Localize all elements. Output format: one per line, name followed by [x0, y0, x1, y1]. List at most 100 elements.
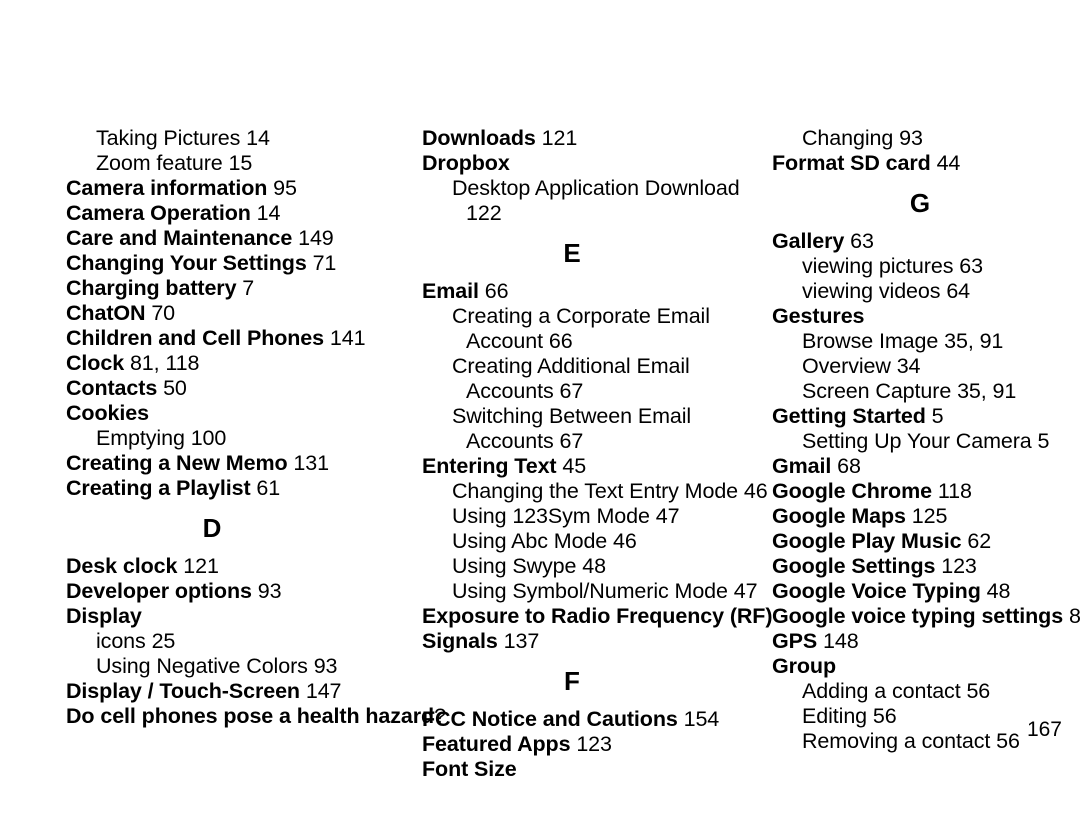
index-entry-label: 122	[466, 201, 502, 225]
index-entry-label: Google Play Music	[772, 529, 962, 553]
index-entry: Google Play Music 62	[772, 529, 1072, 554]
index-entry-pages: 5	[1037, 429, 1050, 453]
index-page: Taking Pictures 14 Zoom feature 15 Camera …	[0, 0, 1080, 834]
index-entry-pages: 62	[967, 529, 992, 553]
index-entry-pages: 56	[872, 704, 897, 728]
index-entry-label: Removing a contact	[802, 729, 991, 753]
index-entry-pages: 154	[683, 707, 720, 731]
index-entry-label: Setting Up Your Camera	[802, 429, 1032, 453]
index-entry-pages: 46	[613, 529, 637, 553]
index-entry: Google voice typing settings 85	[772, 604, 1080, 629]
index-entry-label: Google voice typing settings	[772, 604, 1064, 628]
index-entry-pages: 123	[576, 732, 612, 756]
index-subentry: viewing pictures 63	[802, 254, 1072, 279]
index-entry-pages: 64	[946, 279, 971, 303]
index-entry-label: Using Abc Mode	[452, 529, 608, 553]
index-entry-label: Creating a Corporate Email	[452, 304, 710, 328]
index-entry-label: Creating Additional Email	[452, 354, 690, 378]
index-entry: Gestures	[772, 304, 1072, 329]
index-entry-label: viewing videos	[802, 279, 941, 303]
index-entry: Google Voice Typing 48	[772, 579, 1072, 604]
index-entry-label: Browse Image	[802, 329, 939, 353]
index-entry: Format SD card 44	[772, 151, 1072, 176]
index-entry: Google Settings 123	[772, 554, 1072, 579]
index-entry-label: Downloads	[422, 126, 536, 150]
index-entry: Group	[772, 654, 1072, 679]
index-entry-label: Google Chrome	[772, 479, 932, 503]
index-subentry: Browse Image 35, 91	[802, 329, 1072, 354]
index-entry-pages: 35, 91	[957, 379, 1017, 403]
index-entry-pages: 66	[484, 279, 509, 303]
index-entry-pages: 56	[996, 729, 1020, 753]
index-entry-label: Desktop Application Download	[452, 176, 740, 200]
index-letter-heading: E	[563, 238, 581, 268]
index-entry-label: Gallery	[772, 229, 845, 253]
index-letter-heading: G	[909, 188, 931, 218]
index-entry-label: Account 66	[466, 329, 573, 353]
index-subentry: Adding a contact 56	[802, 679, 1072, 704]
index-column-2: Downloads 121 Dropbox Desktop Application …	[32, 126, 773, 782]
index-entry-label: Switching Between Email	[452, 404, 692, 428]
index-entry-label: Entering Text	[422, 454, 557, 478]
index-entry-pages: 5	[931, 404, 944, 428]
index-entry-label: Using Symbol/Numeric Mode	[452, 579, 728, 603]
index-entry-label: Screen Capture	[802, 379, 952, 403]
index-entry-pages: 148	[822, 629, 859, 653]
index-entry-label: Adding a contact	[802, 679, 961, 703]
index-entry-pages: 118	[937, 479, 972, 503]
index-entry-label: Changing the Text Entry Mode	[452, 479, 739, 503]
index-entry: Gallery 63	[772, 229, 1072, 254]
index-column-3: Changing 93 Format SD card 44 G Gallery 63 v…	[752, 126, 1080, 754]
index-entry-pages: 35, 91	[944, 329, 1004, 353]
index-entry-label: Font Size	[422, 757, 517, 781]
index-entry-label: Featured Apps	[422, 732, 571, 756]
index-entry: Gmail 68	[772, 454, 1072, 479]
index-entry-label: Google Settings	[772, 554, 936, 578]
index-entry-label: Using 123Sym Mode	[452, 504, 650, 528]
index-entry-pages: 93	[899, 126, 923, 150]
index-entry-label: Accounts 67	[466, 379, 584, 403]
index-entry-label: Using Swype	[452, 554, 577, 578]
index-entry-label: Exposure to Radio Frequency (RF)	[422, 604, 773, 628]
index-entry-label: viewing pictures	[802, 254, 954, 278]
index-entry-pages: 137	[503, 629, 540, 653]
index-subentry: Screen Capture 35, 91	[802, 379, 1072, 404]
index-subentry: Changing 93	[802, 126, 1072, 151]
index-entry: Getting Started 5	[772, 404, 1072, 429]
index-entry-pages: 68	[837, 454, 861, 478]
index-letter-heading: F	[564, 666, 580, 696]
index-entry-label: Gestures	[772, 304, 865, 328]
index-entry-pages: 121	[541, 126, 578, 150]
index-entry-pages: 63	[850, 229, 874, 253]
index-entry-label: Signals	[422, 629, 498, 653]
index-entry-pages: 45	[562, 454, 587, 478]
index-entry-label: Google Maps	[772, 504, 906, 528]
index-subentry: Setting Up Your Camera 5	[802, 429, 1072, 454]
page-number: 167	[1026, 718, 1062, 741]
index-entry-pages: 123	[941, 554, 977, 578]
index-entry-pages: 63	[959, 254, 983, 278]
index-entry-label: Changing	[802, 126, 894, 150]
index-entry-pages: 56	[966, 679, 991, 703]
index-entry-pages: 85	[1068, 604, 1080, 628]
index-entry-pages: 47	[655, 504, 680, 528]
index-entry-pages: 44	[936, 151, 961, 175]
index-entry-label: Editing	[802, 704, 868, 728]
index-entry-label: Dropbox	[422, 151, 510, 175]
index-entry-label: Format SD card	[772, 151, 931, 175]
index-entry-label: Google Voice Typing	[772, 579, 981, 603]
index-entry-label: FCC Notice and Cautions	[422, 707, 678, 731]
index-entry: Google Chrome 118	[772, 479, 1072, 504]
index-entry-label: Getting Started	[772, 404, 926, 428]
index-entry-label: Gmail	[772, 454, 832, 478]
index-subentry: viewing videos 64	[802, 279, 1072, 304]
index-entry-label: GPS	[772, 629, 818, 653]
index-entry-pages: 34	[896, 354, 921, 378]
index-entry-label: Group	[772, 654, 836, 678]
index-subentry: Overview 34	[802, 354, 1072, 379]
index-entry-label: Overview	[802, 354, 891, 378]
index-entry-pages: 125	[911, 504, 948, 528]
index-entry-pages: 48	[986, 579, 1011, 603]
index-entry-pages: 48	[582, 554, 606, 578]
index-entry-label: Accounts 67	[466, 429, 584, 453]
